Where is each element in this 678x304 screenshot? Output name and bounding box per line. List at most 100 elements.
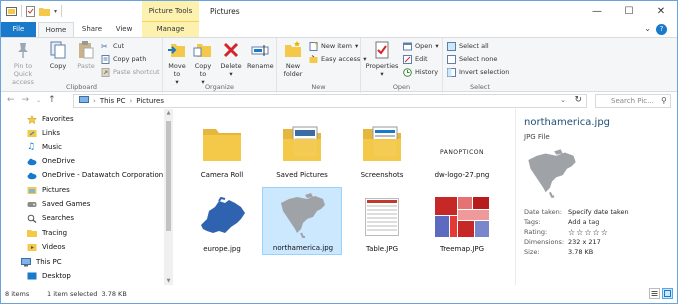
copy-path-button[interactable]: Copy path xyxy=(101,54,146,64)
address-bar[interactable]: › This PC › Pictures ⌄ ↻ xyxy=(73,94,587,108)
file-tile-saved-pictures[interactable]: Saved Pictures xyxy=(262,115,342,181)
nav-item-videos[interactable]: Videos xyxy=(27,241,65,253)
clipboard-group-label: Clipboard xyxy=(65,83,98,91)
close-button[interactable]: ✕ xyxy=(645,1,677,22)
new-folder-icon[interactable] xyxy=(39,6,50,16)
tab-manage[interactable]: Manage xyxy=(142,22,199,37)
dropdown-arrow-icon: ▾ xyxy=(354,42,359,50)
nav-item-this-pc[interactable]: This PC xyxy=(21,256,62,268)
nav-item-tracing[interactable]: Tracing xyxy=(27,227,67,239)
file-tile-treemap[interactable]: Treemap.JPG xyxy=(422,189,502,255)
nav-item-pictures[interactable]: Pictures xyxy=(27,184,70,196)
copy-button[interactable]: Copy xyxy=(45,40,71,70)
file-tile-screenshots[interactable]: Screenshots xyxy=(342,115,422,181)
breadcrumb-separator: › xyxy=(93,97,96,105)
nav-pane-scrollbar[interactable]: ▲ ▼ xyxy=(164,109,173,285)
nav-item-searches[interactable]: Searches xyxy=(27,212,74,224)
rating-stars[interactable]: ☆☆☆☆☆ xyxy=(568,228,609,237)
tags-field[interactable]: Add a tag xyxy=(568,218,599,226)
pin-icon xyxy=(13,40,33,60)
scroll-up-arrow-icon[interactable]: ▲ xyxy=(164,110,173,116)
open-button[interactable]: Open ▾ xyxy=(403,41,439,51)
refresh-icon[interactable]: ↻ xyxy=(574,95,582,105)
nav-item-label: Videos xyxy=(42,243,66,251)
nav-item-label: Tracing xyxy=(42,229,68,237)
forward-arrow-icon[interactable]: → xyxy=(22,95,30,107)
nav-item-label: OneDrive - Datawatch Corporation xyxy=(42,171,164,179)
europe-map-thumbnail xyxy=(192,193,252,241)
explorer-icon xyxy=(6,7,17,16)
nav-item-music[interactable]: ♫ Music xyxy=(27,141,62,153)
table-thumbnail xyxy=(352,193,412,241)
properties-button[interactable]: Properties ▾ xyxy=(365,40,399,78)
nav-item-label: Links xyxy=(42,129,60,137)
cut-button[interactable]: ✂ Cut xyxy=(101,41,124,51)
address-row: ← → ⌄ ↑ › This PC › Pictures ⌄ ↻ Search … xyxy=(1,93,677,109)
large-icons-view-icon[interactable] xyxy=(662,288,673,299)
minimize-button[interactable]: — xyxy=(581,1,613,22)
nav-item-onedrive-datawatch[interactable]: OneDrive - Datawatch Corporation xyxy=(27,169,163,181)
history-button[interactable]: History xyxy=(403,67,438,77)
tab-share[interactable]: Share xyxy=(75,22,109,37)
edit-button[interactable]: Edit xyxy=(403,54,428,64)
nav-item-label: Desktop xyxy=(42,272,71,280)
new-folder-button[interactable]: New folder xyxy=(280,40,306,78)
paste-button[interactable]: Paste xyxy=(73,40,99,70)
tab-home[interactable]: Home xyxy=(38,22,74,37)
back-arrow-icon[interactable]: ← xyxy=(7,95,15,107)
copy-path-label: Copy path xyxy=(113,55,147,63)
maximize-button[interactable]: ☐ xyxy=(613,1,645,22)
collapse-ribbon-icon[interactable]: ⌄ xyxy=(644,24,651,35)
scroll-down-arrow-icon[interactable]: ▼ xyxy=(164,278,173,284)
date-taken-field[interactable]: Specify date taken xyxy=(568,208,629,216)
file-list: Camera Roll Saved Pictures Screenshots P… xyxy=(177,109,513,285)
copy-to-icon xyxy=(193,40,213,60)
nav-item-onedrive[interactable]: OneDrive xyxy=(27,155,75,167)
tab-view[interactable]: View xyxy=(109,22,139,37)
up-arrow-icon[interactable]: ↑ xyxy=(48,95,56,107)
delete-button[interactable]: Delete ▾ xyxy=(219,40,243,78)
nav-item-saved-games[interactable]: Saved Games xyxy=(27,198,90,210)
breadcrumb-pictures[interactable]: Pictures xyxy=(136,97,164,105)
copy-path-icon xyxy=(101,54,110,64)
pin-to-quick-access-button[interactable]: Pin to Quick access xyxy=(5,40,41,86)
breadcrumb-this-pc[interactable]: This PC xyxy=(100,97,126,105)
nav-item-links[interactable]: Links xyxy=(27,127,60,139)
file-tile-dw-logo[interactable]: PANOPTICON dw-logo-27.png xyxy=(422,115,502,181)
address-dropdown-icon[interactable]: ⌄ xyxy=(560,96,566,104)
video-icon xyxy=(27,243,37,252)
pictures-folder-icon xyxy=(27,186,37,195)
paste-shortcut-label: Paste shortcut xyxy=(113,68,160,76)
nav-item-desktop[interactable]: Desktop xyxy=(27,270,71,282)
dropdown-arrow-icon: ▾ xyxy=(380,70,384,78)
dropdown-arrow-icon: ▾ xyxy=(229,70,233,78)
properties-icon[interactable] xyxy=(26,5,35,17)
file-tile-northamerica[interactable]: northamerica.jpg xyxy=(262,187,342,255)
select-all-button[interactable]: Select all xyxy=(447,41,489,51)
file-tile-europe[interactable]: europe.jpg xyxy=(182,189,262,255)
file-name: northamerica.jpg xyxy=(272,244,334,252)
search-input[interactable]: Search Pic... xyxy=(595,94,671,108)
move-to-button[interactable]: Move to ▾ xyxy=(165,40,189,86)
tab-file[interactable]: File xyxy=(1,22,36,37)
ribbon: Pin to Quick access Copy Paste ✂ Cut Cop… xyxy=(1,37,677,93)
copy-to-button[interactable]: Copy to ▾ xyxy=(191,40,215,86)
easy-access-button[interactable]: Easy access ▾ xyxy=(309,54,367,64)
details-view-icon[interactable] xyxy=(649,288,660,299)
new-item-button[interactable]: New item ▾ xyxy=(309,41,358,51)
select-group-label: Select xyxy=(469,83,491,91)
scrollbar-thumb[interactable] xyxy=(166,121,171,231)
folder-with-content-icon xyxy=(352,119,412,167)
file-tile-camera-roll[interactable]: Camera Roll xyxy=(182,115,262,181)
recent-dropdown-icon[interactable]: ⌄ xyxy=(36,95,41,107)
rename-button[interactable]: Rename xyxy=(247,40,274,70)
nav-item-favorites[interactable]: Favorites xyxy=(26,113,74,125)
invert-selection-button[interactable]: Invert selection xyxy=(447,67,509,77)
help-icon[interactable]: ? xyxy=(656,24,667,35)
file-name: Treemap.JPG xyxy=(439,245,485,253)
customize-qat-icon[interactable]: ▾ xyxy=(54,8,57,15)
property-key: Dimensions: xyxy=(524,238,565,246)
paste-shortcut-button[interactable]: Paste shortcut xyxy=(101,67,160,77)
file-tile-table[interactable]: Table.JPG xyxy=(342,189,422,255)
select-none-button[interactable]: Select none xyxy=(447,54,497,64)
